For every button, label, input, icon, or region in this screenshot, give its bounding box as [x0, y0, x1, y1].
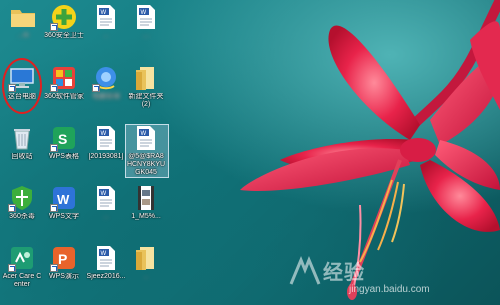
- software-manager-icon: [50, 64, 78, 92]
- icon-label: ...: [103, 32, 109, 39]
- desktop-icon-video-file[interactable]: 1_M5%...: [126, 184, 166, 221]
- desktop-icon-wps-present[interactable]: P WPS演示: [44, 244, 84, 281]
- icon-label: 360软件管家: [44, 93, 84, 100]
- desktop-icon-folder-blurred[interactable]: ...: [126, 244, 166, 281]
- folder-icon: [9, 3, 37, 31]
- shortcut-arrow-icon: [50, 204, 58, 212]
- icon-label: ...: [103, 213, 109, 220]
- icon-label: 360杀毒: [9, 213, 35, 220]
- icon-label: 电脑管理: [92, 93, 120, 100]
- shortcut-arrow-icon: [92, 84, 100, 92]
- svg-text:W: W: [141, 10, 147, 16]
- icon-label: ...rk: [17, 32, 29, 39]
- shortcut-arrow-icon: [8, 204, 16, 212]
- desktop-icon-wps-writer[interactable]: W WPS文字: [44, 184, 84, 221]
- svg-text:W: W: [101, 131, 107, 137]
- desktop-icon-doc-blurred-1[interactable]: W ...: [86, 3, 126, 40]
- svg-text:W: W: [101, 10, 107, 16]
- svg-text:W: W: [141, 131, 147, 137]
- word-document-icon: W: [92, 184, 120, 212]
- desktop-icon-360-security[interactable]: 360安全卫士: [44, 3, 84, 40]
- icon-label: 1_M5%...: [131, 213, 161, 220]
- svg-text:W: W: [101, 251, 107, 257]
- desktop-icon-user-folder[interactable]: ...rk: [3, 3, 43, 40]
- red-annotation-circle: [2, 58, 42, 114]
- word-document-icon: W: [132, 124, 160, 152]
- spreadsheet-icon: S: [50, 124, 78, 152]
- svg-text:S: S: [58, 131, 67, 147]
- desktop-icon-new-folder-2[interactable]: 新建文件夹 (2): [126, 64, 166, 109]
- folder-icon: [132, 244, 160, 272]
- desktop-icon-360-antivirus[interactable]: 360杀毒: [2, 184, 42, 221]
- shortcut-arrow-icon: [50, 23, 58, 31]
- icon-label: 回收站: [11, 153, 33, 160]
- word-document-icon: W: [92, 244, 120, 272]
- word-document-icon: W: [132, 3, 160, 31]
- desktop-icon-doc-sjeez[interactable]: W Sjeez2016...: [86, 244, 126, 281]
- folder-icon: [132, 64, 160, 92]
- svg-text:W: W: [57, 192, 70, 207]
- icon-label: [20193081]: [88, 153, 124, 160]
- desktop: ...rk 360安全卫士 W ... W .... 这台电脑 360软件管家 …: [0, 0, 500, 305]
- desktop-icon-acer-care[interactable]: Acer Care Center: [2, 244, 42, 289]
- icon-label: Sjeez2016...: [86, 273, 126, 280]
- watermark-brand: 经验: [323, 262, 365, 284]
- desktop-icon-recycle-bin[interactable]: 回收站: [2, 124, 42, 161]
- desktop-icon-wps-sheets[interactable]: S WPS表格: [44, 124, 84, 161]
- baidu-jingyan-watermark: 经验 jingyan.baidu.com: [285, 250, 500, 305]
- icon-label: WPS演示: [49, 273, 79, 280]
- antivirus-shield-icon: [8, 184, 36, 212]
- watermark-url: jingyan.baidu.com: [349, 284, 430, 295]
- writer-icon: W: [50, 184, 78, 212]
- icon-label: Acer Care Center: [2, 273, 42, 288]
- svg-text:W: W: [101, 191, 107, 197]
- shortcut-arrow-icon: [50, 144, 58, 152]
- icon-label: WPS表格: [49, 153, 79, 160]
- icon-label: 360安全卫士: [44, 32, 84, 39]
- desktop-icon-doc-20193081[interactable]: W [20193081]: [86, 124, 126, 161]
- icon-label: @5@$RA8HCNY8KYUGK045: [126, 153, 166, 176]
- word-document-icon: W: [92, 3, 120, 31]
- video-file-icon: [132, 184, 160, 212]
- desktop-icon-assistant[interactable]: 电脑管理: [86, 64, 126, 101]
- icon-label: ...: [143, 273, 149, 280]
- icon-label: WPS文字: [49, 213, 79, 220]
- globe-assistant-icon: [92, 64, 120, 92]
- icon-label: 新建文件夹 (2): [128, 93, 164, 108]
- word-document-icon: W: [92, 124, 120, 152]
- desktop-icon-doc-selected[interactable]: W @5@$RA8HCNY8KYUGK045: [126, 124, 166, 177]
- security-shield-icon: [50, 3, 78, 31]
- recycle-bin-icon: [8, 124, 36, 152]
- desktop-icon-360-software[interactable]: 360软件管家: [44, 64, 84, 101]
- shortcut-arrow-icon: [8, 264, 16, 272]
- icon-label: ....: [142, 32, 150, 39]
- shortcut-arrow-icon: [50, 84, 58, 92]
- desktop-icon-doc-blurred-3[interactable]: W ...: [86, 184, 126, 221]
- acer-care-icon: [8, 244, 36, 272]
- paw-logo-icon: [289, 256, 321, 285]
- presentation-icon: P: [50, 244, 78, 272]
- shortcut-arrow-icon: [50, 264, 58, 272]
- desktop-icon-doc-blurred-2[interactable]: W ....: [126, 3, 166, 40]
- svg-text:P: P: [58, 251, 67, 267]
